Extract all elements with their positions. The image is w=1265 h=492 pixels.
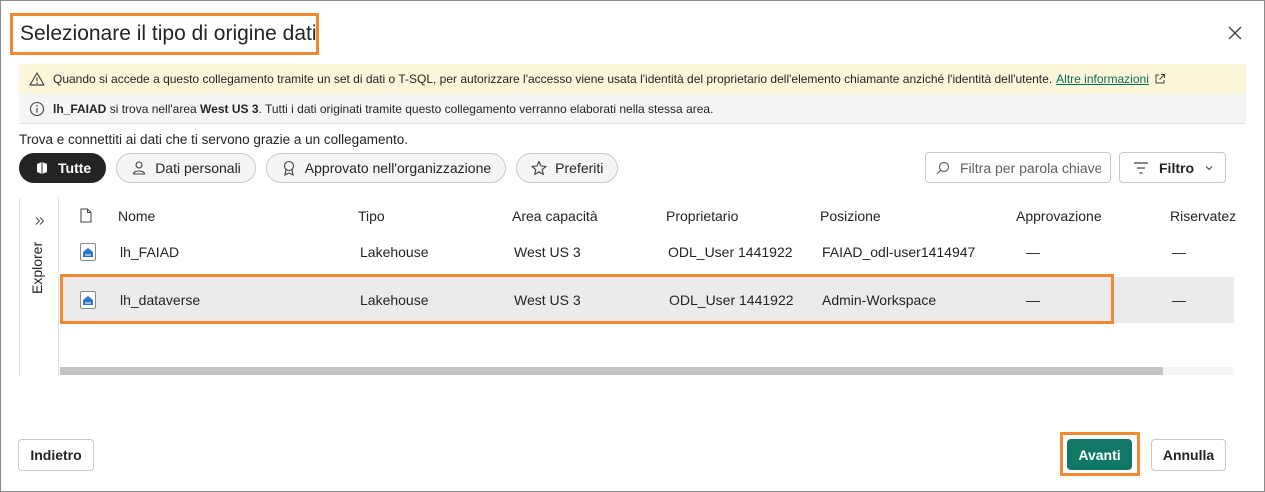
lakehouse-icon xyxy=(80,243,96,261)
row-approval: — xyxy=(1026,292,1040,308)
filter-pill-favorites[interactable]: Preferiti xyxy=(516,153,619,183)
chevron-down-icon xyxy=(1205,165,1213,170)
column-header-endorsement[interactable]: Approvazione xyxy=(1016,198,1102,233)
filter-pills: Tutte Dati personali Approvato nell'orga… xyxy=(19,152,619,184)
row-location: Admin-Workspace xyxy=(822,292,937,308)
info-banner: lh_FAIAD si trova nell'area West US 3. T… xyxy=(19,94,1246,124)
search-input[interactable] xyxy=(958,158,1103,177)
lakehouse-icon xyxy=(80,291,96,309)
row-area: West US 3 xyxy=(514,292,581,308)
filter-pill-personal[interactable]: Dati personali xyxy=(116,153,256,183)
info-text-after: . Tutti i dati originati tramite questo … xyxy=(258,101,714,116)
row-type: Lakehouse xyxy=(360,292,429,308)
filter-pill-endorsed[interactable]: Approvato nell'organizzazione xyxy=(265,153,507,183)
back-button[interactable]: Indietro xyxy=(18,439,94,471)
expand-explorer-button[interactable] xyxy=(35,213,45,231)
filter-lines-icon xyxy=(1134,161,1148,174)
filter-button-label: Filtro xyxy=(1159,159,1194,176)
keyword-search[interactable] xyxy=(925,152,1111,183)
external-link-icon[interactable] xyxy=(1154,73,1166,85)
column-header-capacity-area[interactable]: Area capacità xyxy=(512,198,598,233)
double-chevron-right-icon xyxy=(35,217,45,225)
filter-pill-label: Preferiti xyxy=(555,160,604,176)
row-name: lh_FAIAD xyxy=(120,244,180,260)
warning-icon xyxy=(29,71,45,87)
row-owner: ODL_User 1441922 xyxy=(669,292,794,308)
row-sensitivity: — xyxy=(1172,292,1186,308)
star-icon xyxy=(531,160,547,176)
select-data-source-dialog: Selezionare il tipo di origine dati Quan… xyxy=(0,0,1265,492)
row-name: lh_dataverse xyxy=(120,292,201,308)
person-icon xyxy=(133,161,146,175)
filter-button[interactable]: Filtro xyxy=(1119,152,1226,183)
explorer-rail: Explorer xyxy=(19,198,59,376)
dialog-subtitle: Trova e connettiti ai dati che ti servon… xyxy=(19,132,408,147)
table-row[interactable]: lh_FAIAD Lakehouse West US 3 ODL_User 14… xyxy=(60,229,1234,275)
dialog-title-highlight: Selezionare il tipo di origine dati xyxy=(10,13,319,55)
file-type-column-icon xyxy=(80,198,92,233)
row-approval: — xyxy=(1026,244,1040,260)
row-location: FAIAD_odl-user1414947 xyxy=(822,244,976,260)
learn-more-link[interactable]: Altre informazioni xyxy=(1056,72,1149,86)
row-sensitivity: — xyxy=(1172,244,1186,260)
cancel-button[interactable]: Annulla xyxy=(1151,439,1226,471)
info-text-before: si trova nell'area xyxy=(109,101,197,116)
next-button[interactable]: Avanti xyxy=(1067,439,1132,470)
column-header-sensitivity[interactable]: Riservatez xyxy=(1170,198,1236,233)
column-header-name[interactable]: Nome xyxy=(118,198,155,233)
info-item-name: lh_FAIAD xyxy=(53,101,107,116)
row-type: Lakehouse xyxy=(360,244,429,260)
horizontal-scrollbar-thumb[interactable] xyxy=(60,367,1163,375)
filter-pill-label: Approvato nell'organizzazione xyxy=(304,160,492,176)
close-icon xyxy=(1228,26,1242,40)
info-icon xyxy=(29,101,45,117)
warning-text: Quando si accede a questo collegamento t… xyxy=(53,72,1053,86)
info-region: West US 3 xyxy=(200,101,259,116)
dialog-title: Selezionare il tipo di origine dati xyxy=(20,22,317,45)
filter-pill-label: Dati personali xyxy=(155,160,241,176)
row-owner: ODL_User 1441922 xyxy=(668,244,793,260)
close-button[interactable] xyxy=(1223,21,1247,45)
column-header-type[interactable]: Tipo xyxy=(358,198,385,233)
row-area: West US 3 xyxy=(514,244,581,260)
filter-pill-all[interactable]: Tutte xyxy=(19,153,107,183)
ribbon-icon xyxy=(283,160,294,176)
warning-banner: Quando si accede a questo collegamento t… xyxy=(19,64,1246,94)
explorer-label: Explorer xyxy=(29,241,45,295)
table-header-row: Nome Tipo Area capacità Proprietario Pos… xyxy=(60,198,1236,233)
all-items-icon xyxy=(37,162,47,174)
column-header-owner[interactable]: Proprietario xyxy=(666,198,738,233)
table-row-selected[interactable]: lh_dataverse Lakehouse West US 3 ODL_Use… xyxy=(60,277,1234,323)
column-header-location[interactable]: Posizione xyxy=(820,198,881,233)
filter-pill-label: Tutte xyxy=(58,160,92,176)
search-icon xyxy=(936,161,950,174)
